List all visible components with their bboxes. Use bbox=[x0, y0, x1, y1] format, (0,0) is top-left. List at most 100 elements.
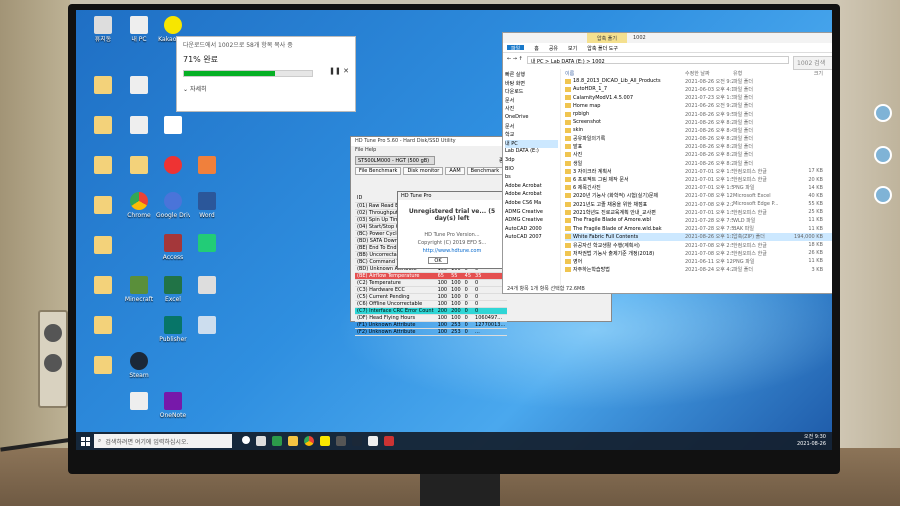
file-row[interactable]: The Fragile Blade of Amore.wbl 2021-07-28… bbox=[565, 216, 832, 224]
nav-item[interactable]: 사진 bbox=[505, 105, 558, 114]
popup-ok-button[interactable]: OK bbox=[428, 257, 448, 264]
file-row[interactable]: Screenshot 2021-08-26 오후 8:29 파일 폴더 bbox=[565, 118, 832, 126]
nav-item[interactable]: 빠른 실행 bbox=[505, 71, 558, 80]
start-button[interactable] bbox=[76, 432, 94, 450]
desktop-icon[interactable]: 내 PC bbox=[122, 16, 156, 43]
nav-item[interactable]: 3dp bbox=[505, 157, 558, 166]
nav-item[interactable]: OneDrive bbox=[505, 114, 558, 123]
file-row[interactable]: skin 2021-08-26 오후 8:43 파일 폴더 bbox=[565, 126, 832, 134]
file-row[interactable]: 6 제목긴사진 2021-07-01 오후 1:57 PNG 파일 14 KB bbox=[565, 184, 832, 192]
nav-item[interactable]: Adobe Acrobat bbox=[505, 191, 558, 200]
kakaotalk-icon[interactable] bbox=[320, 436, 330, 446]
file-row[interactable]: 저작권법 기능사 출제기준 개정(2018) 2021-07-08 오후 2:51… bbox=[565, 249, 832, 257]
app-icon[interactable] bbox=[368, 436, 378, 446]
nav-item[interactable]: BIO bbox=[505, 166, 558, 175]
nav-item[interactable]: 다운로드 bbox=[505, 88, 558, 97]
desktop-icon[interactable]: OneNote bbox=[156, 392, 190, 419]
nav-item[interactable]: Adobe Acrobat bbox=[505, 183, 558, 192]
file-row[interactable]: 영어 2021-06-11 오후 12:28PNG 파일 11 KB bbox=[565, 257, 832, 265]
desktop-icon[interactable]: 휴지통 bbox=[86, 16, 120, 43]
app-icon[interactable] bbox=[272, 436, 282, 446]
file-row[interactable]: 생일 2021-08-26 오후 8:28 파일 폴더 bbox=[565, 159, 832, 167]
desktop-icon[interactable] bbox=[86, 276, 120, 296]
file-row[interactable]: 공유파일의기록 2021-08-26 오후 8:26 파일 폴더 bbox=[565, 135, 832, 143]
file-row[interactable]: 2021학년도 진로교육계획 안내_교사편 2021-07-01 오후 1:57 한… bbox=[565, 208, 832, 216]
desktop-icon[interactable] bbox=[86, 76, 120, 96]
desktop-icon[interactable] bbox=[122, 76, 156, 96]
file-row[interactable]: White Fabric Full Contents 2021-08-26 오후 … bbox=[565, 232, 832, 241]
file-row[interactable]: Home map 2021-06-26 오전 9:23 파일 폴더 bbox=[565, 102, 832, 110]
desktop-icon[interactable] bbox=[122, 116, 156, 136]
cortana-icon[interactable] bbox=[242, 436, 250, 444]
file-row[interactable]: AutoHDR_1_7 2021-06-03 오후 4:16 파일 폴더 bbox=[565, 85, 832, 93]
col-name[interactable]: 이름 bbox=[565, 70, 685, 77]
hdtune-tab[interactable]: AAM bbox=[445, 167, 465, 175]
col-date[interactable]: 수정한 날짜 bbox=[685, 70, 733, 77]
desktop-icon[interactable] bbox=[190, 156, 224, 176]
folder-icon[interactable] bbox=[288, 436, 298, 446]
desktop-icon[interactable] bbox=[86, 236, 120, 256]
desktop-icon[interactable]: Steam bbox=[122, 352, 156, 379]
ribbon-tab[interactable]: 홈 bbox=[534, 45, 539, 52]
nav-item[interactable]: 바탕 화면 bbox=[505, 80, 558, 89]
task-view-icon[interactable] bbox=[256, 436, 266, 446]
desktop-icon[interactable] bbox=[122, 392, 156, 412]
app-icon[interactable] bbox=[336, 436, 346, 446]
file-row[interactable]: 2020년 기능사 (화학적) 시험(실기)문제 2021-07-08 오후 12… bbox=[565, 192, 832, 200]
desktop-icon[interactable] bbox=[86, 116, 120, 136]
desktop-icon[interactable] bbox=[86, 196, 120, 216]
path-field[interactable]: 내 PC > Lab DATA (E:) > 1002 bbox=[526, 56, 789, 65]
file-row[interactable]: CalamityModV1.4.5.007 2021-07-23 오후 1:31 파… bbox=[565, 94, 832, 102]
desktop-icon[interactable] bbox=[190, 234, 224, 254]
file-row[interactable]: rpbigh 2021-08-26 오후 9:53 파일 폴더 bbox=[565, 110, 832, 118]
desktop-icon[interactable] bbox=[156, 116, 190, 136]
ribbon-tab[interactable]: 파일 bbox=[507, 45, 525, 52]
ribbon-tab[interactable]: 공유 bbox=[549, 45, 558, 52]
desktop-icon[interactable]: Publisher bbox=[156, 316, 190, 343]
drive-select[interactable]: ST500LM000 - HGT (500 gB) bbox=[355, 156, 435, 165]
nav-item[interactable]: bs bbox=[505, 174, 558, 183]
desktop-icon[interactable] bbox=[190, 276, 224, 296]
ribbon-tab[interactable]: 압축 폴더 도구 bbox=[587, 45, 618, 52]
desktop-icon[interactable]: Chrome bbox=[122, 192, 156, 219]
nav-item[interactable]: 학교 bbox=[505, 131, 558, 140]
file-row[interactable]: 3 자이크라 계획서 2021-07-01 오후 1:57 한컴오피스 한글 17 K… bbox=[565, 167, 832, 175]
copy-details-toggle[interactable]: ⌄ 자세히 bbox=[177, 80, 355, 97]
search-field[interactable]: 1002 검색 bbox=[793, 56, 832, 70]
file-row[interactable]: 6 프로젝트 그림 제작 문서 2021-07-01 오후 1:57 한컴오피스 한… bbox=[565, 175, 832, 183]
desktop-icon[interactable] bbox=[86, 156, 120, 176]
nav-item[interactable]: 문서 bbox=[505, 97, 558, 106]
manage-tab[interactable]: 압축 풀기 bbox=[587, 33, 627, 43]
nav-arrows-icon[interactable]: ← → ↑ bbox=[507, 56, 523, 64]
hdtune-tab[interactable]: Disk monitor bbox=[403, 167, 444, 175]
taskbar-search[interactable]: ⌕ 검색하려면 여기에 입력하십시오. bbox=[94, 434, 232, 448]
chrome-icon[interactable] bbox=[304, 436, 314, 446]
nav-item[interactable]: Lab DATA (E:) bbox=[505, 148, 558, 157]
desktop-icon[interactable]: Minecraft bbox=[122, 276, 156, 303]
file-row[interactable]: 자주하는학습방법 2021-08-24 오후 4:27 파일 폴더 3 KB bbox=[565, 266, 832, 274]
hdtune-icon[interactable] bbox=[384, 436, 394, 446]
desktop-icon[interactable] bbox=[190, 316, 224, 336]
file-row[interactable]: 발표 2021-08-26 오후 8:27 파일 폴더 bbox=[565, 143, 832, 151]
desktop-icon[interactable]: Excel bbox=[156, 276, 190, 303]
nav-item[interactable]: AutoCAD 2007 bbox=[505, 234, 558, 243]
nav-item[interactable]: ADMG Creative bbox=[505, 209, 558, 218]
file-row[interactable]: 사진 2021-08-26 오후 8:21 파일 폴더 bbox=[565, 151, 832, 159]
nav-item[interactable]: 문서 bbox=[505, 123, 558, 132]
ribbon-tab[interactable]: 보기 bbox=[568, 45, 577, 52]
col-type[interactable]: 유형 bbox=[733, 70, 779, 77]
popup-link[interactable]: http://www.hdtune.com bbox=[398, 248, 506, 254]
file-row[interactable]: The Fragile Blade of Amore.wld.bak 2021-0… bbox=[565, 225, 832, 233]
col-size[interactable]: 크기 bbox=[779, 70, 823, 77]
desktop-icon[interactable] bbox=[156, 156, 190, 176]
steam-icon[interactable] bbox=[352, 436, 362, 446]
desktop-icon[interactable] bbox=[86, 316, 120, 336]
hdtune-tab[interactable]: Benchmark bbox=[466, 167, 504, 175]
hdtune-tab[interactable]: File Benchmark bbox=[355, 167, 402, 175]
file-row[interactable]: 2021년도 고졸 채용을 위한 채점표 2021-07-08 오후 2:22 Mi… bbox=[565, 200, 832, 208]
pause-icon[interactable]: ❚❚ ✕ bbox=[329, 67, 349, 75]
nav-item[interactable]: AutoCAD 2000 bbox=[505, 226, 558, 235]
desktop-icon[interactable] bbox=[86, 356, 120, 376]
file-row[interactable]: 유공자선 학교생활 수행(계획서) 2021-07-08 오후 2:55 한컴오피스… bbox=[565, 241, 832, 249]
nav-item[interactable]: Adobe CS6 Ma bbox=[505, 200, 558, 209]
